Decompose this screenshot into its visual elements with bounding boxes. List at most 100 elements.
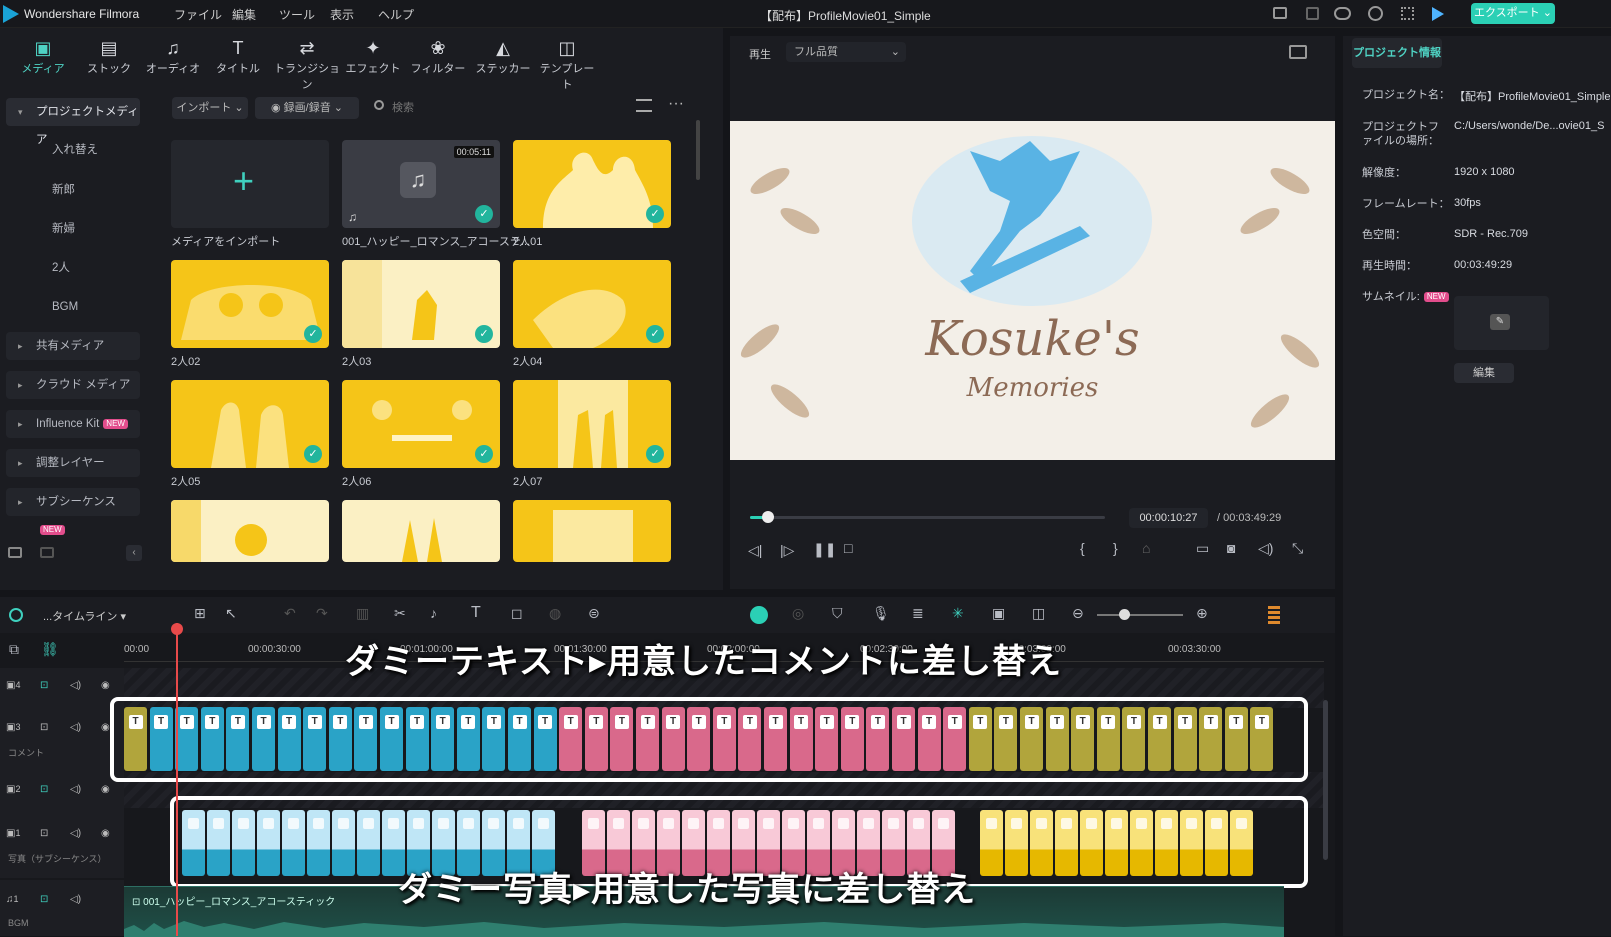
title-clip[interactable]: T	[200, 707, 224, 771]
marker-icon[interactable]: ⌂	[1142, 540, 1150, 556]
title-clip[interactable]: T	[840, 707, 864, 771]
mute-icon[interactable]: ◁)	[70, 680, 81, 691]
media-item-thumb[interactable]	[171, 500, 329, 562]
photo-clip[interactable]	[1030, 810, 1053, 876]
photo-clip[interactable]	[307, 810, 330, 876]
sidebar-project-media[interactable]: ▾ プロジェクトメディア	[6, 98, 140, 146]
title-clip[interactable]: T	[226, 707, 250, 771]
title-clip[interactable]: T	[508, 707, 531, 771]
crop-icon[interactable]: ◻	[511, 605, 523, 622]
lock-icon[interactable]: ⊡	[40, 894, 48, 905]
playhead[interactable]	[171, 623, 183, 936]
headset-icon[interactable]	[1368, 6, 1383, 21]
photo-clip[interactable]	[232, 810, 255, 876]
playhead-knob[interactable]	[171, 623, 183, 635]
title-clip[interactable]: T	[1045, 707, 1069, 771]
subtitle-icon[interactable]: ≣	[912, 605, 924, 622]
layout-icon[interactable]	[1273, 7, 1287, 19]
photo-clip[interactable]	[1105, 810, 1128, 876]
title-clip[interactable]: T	[328, 707, 352, 771]
sidebar-influence-kit[interactable]: ▸ Influence Kit NEW	[6, 410, 140, 438]
title-clip[interactable]: T	[764, 707, 787, 771]
fullscreen-icon[interactable]: ⤡	[1292, 540, 1303, 557]
thumbnail-box[interactable]: ✎	[1454, 296, 1549, 350]
title-clip[interactable]: T	[584, 707, 608, 771]
redo-icon[interactable]: ↷	[316, 605, 328, 622]
title-clip[interactable]: T	[738, 707, 762, 771]
split-screen-icon[interactable]: ◫	[1032, 605, 1045, 622]
title-clip[interactable]: T	[994, 707, 1018, 771]
media-item-thumb[interactable]: ✓	[513, 140, 671, 228]
timeline-name-dropdown[interactable]: ...タイムライン ▾	[43, 608, 126, 624]
title-clip[interactable]: T	[124, 707, 147, 771]
title-clip[interactable]: T	[866, 707, 890, 771]
text-tool-icon[interactable]: T	[471, 604, 481, 622]
snapshot-frame-icon[interactable]	[1289, 45, 1307, 59]
media-item-audio[interactable]: 00:05:11 ♫ ♫ ✓	[342, 140, 500, 228]
menu-edit[interactable]: 編集	[232, 6, 256, 23]
media-item-thumb[interactable]: ✓	[171, 380, 329, 468]
tool-title[interactable]: T タイトル	[207, 36, 269, 76]
sidebar-folder-couple[interactable]: 2人	[6, 254, 140, 282]
mark-out-icon[interactable]: }	[1113, 540, 1118, 556]
title-clip[interactable]: T	[687, 707, 711, 771]
record-dropdown[interactable]: ◉ 録画/録音 ⌄	[255, 97, 359, 119]
auto-highlight-icon[interactable]	[750, 606, 768, 624]
title-clip[interactable]: T	[815, 707, 839, 771]
eye-icon[interactable]: ◉	[101, 784, 110, 795]
menu-tools[interactable]: ツール	[279, 6, 315, 23]
eye-icon[interactable]: ◉	[101, 680, 110, 691]
home-icon[interactable]	[9, 608, 23, 622]
title-clip[interactable]: T	[1173, 707, 1197, 771]
undo-icon[interactable]: ↶	[284, 605, 296, 622]
sidebar-cloud-media[interactable]: ▸ クラウド メディア	[6, 371, 140, 399]
eye-icon[interactable]: ◉	[101, 722, 110, 733]
title-clip[interactable]: T	[405, 707, 429, 771]
photo-clip[interactable]	[1005, 810, 1028, 876]
title-clip[interactable]: T	[1122, 707, 1146, 771]
audio-tool-icon[interactable]: ♪	[430, 605, 437, 621]
mark-in-icon[interactable]: {	[1080, 540, 1085, 556]
zoom-slider[interactable]	[1097, 609, 1183, 620]
save-icon[interactable]	[1306, 7, 1319, 20]
menu-help[interactable]: ヘルプ	[378, 6, 414, 23]
media-item-thumb[interactable]: ✓	[342, 260, 500, 348]
title-clip[interactable]: T	[1020, 707, 1043, 771]
more-options-icon[interactable]: ···	[668, 95, 684, 113]
media-item-thumb[interactable]	[342, 500, 500, 562]
add-track-icon[interactable]: ⧉	[9, 641, 19, 658]
title-clip[interactable]: T	[303, 707, 327, 771]
title-clip[interactable]: T	[175, 707, 199, 771]
photo-clip[interactable]	[1055, 810, 1078, 876]
title-clip[interactable]: T	[1199, 707, 1223, 771]
mute-icon[interactable]: ◁)	[70, 894, 81, 905]
photo-clip[interactable]	[1155, 810, 1178, 876]
quality-dropdown[interactable]: フル品質 ⌄	[786, 42, 906, 62]
display-icon[interactable]: ▭	[1196, 540, 1209, 557]
layout-grid-icon[interactable]: ⊞	[194, 605, 206, 622]
title-clip[interactable]: T	[252, 707, 275, 771]
lock-open-icon[interactable]: ⊡	[40, 722, 48, 733]
photo-clip[interactable]	[357, 810, 380, 876]
title-clip[interactable]: T	[1224, 707, 1248, 771]
title-clip[interactable]: T	[354, 707, 378, 771]
timeline-scrollbar[interactable]	[1323, 700, 1328, 860]
thumbnail-edit-button[interactable]: 編集	[1454, 363, 1514, 383]
menu-file[interactable]: ファイル	[174, 6, 222, 23]
photo-clip[interactable]	[257, 810, 280, 876]
photo-clip[interactable]	[1230, 810, 1253, 876]
menu-view[interactable]: 表示	[330, 6, 354, 23]
title-clip[interactable]: T	[456, 707, 480, 771]
photo-clip[interactable]	[1180, 810, 1203, 876]
pip-icon[interactable]: ▣	[992, 605, 1005, 622]
play-badge-icon[interactable]	[1432, 7, 1444, 21]
playhead-handle[interactable]	[761, 511, 774, 523]
mute-icon[interactable]: ◁)	[70, 828, 81, 839]
photo-clip[interactable]	[1080, 810, 1103, 876]
zoom-handle[interactable]	[1119, 609, 1130, 620]
mic-icon[interactable]: 🎙	[872, 605, 890, 622]
tool-stock[interactable]: ▤ ストック	[78, 36, 140, 76]
photo-clip[interactable]	[1205, 810, 1228, 876]
title-clip[interactable]: T	[431, 707, 455, 771]
tool-sticker[interactable]: ◭ ステッカー	[472, 36, 534, 76]
